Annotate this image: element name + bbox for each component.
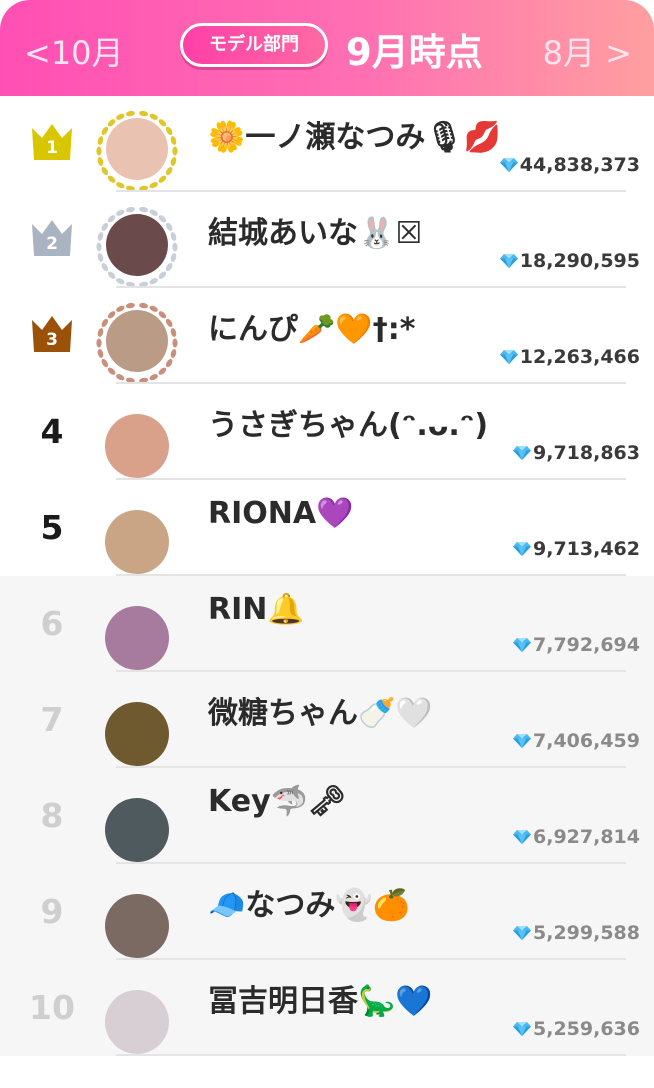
avatar[interactable]	[105, 894, 169, 958]
score-number: 9,713,462	[533, 538, 640, 560]
ranking-row[interactable]: 8 Key🦈🗝 6,927,814	[0, 768, 654, 864]
ranking-row[interactable]: 4 うさぎちゃん(ᵔ.ᴗ.ᵔ) 9,718,863	[0, 384, 654, 480]
score-number: 7,792,694	[533, 634, 640, 656]
ranking-list: 1 🌼一ノ瀬なつみ🎙💋 44,838,373 2 結城あいな🐰☒ 18,290,595 3 に…	[0, 96, 654, 1056]
score-number: 12,263,466	[519, 346, 640, 368]
rank-number: 4	[40, 412, 64, 451]
avatar[interactable]	[106, 118, 168, 180]
user-name[interactable]: RIN🔔	[208, 592, 305, 627]
score-value: 18,290,595	[499, 250, 640, 272]
diamond-icon	[513, 826, 533, 848]
user-name[interactable]: 結城あいな🐰☒	[208, 208, 422, 252]
score-number: 9,718,863	[533, 442, 640, 464]
diamond-icon	[513, 634, 533, 656]
avatar-frame	[96, 110, 178, 192]
rank-number: 3	[46, 330, 58, 350]
section-tab-model[interactable]: モデル部門	[180, 23, 328, 67]
rank-number: 7	[40, 700, 64, 739]
avatar[interactable]	[105, 606, 169, 670]
score-number: 5,259,636	[533, 1018, 640, 1040]
score-value: 6,927,814	[513, 826, 640, 848]
avatar-frame	[96, 494, 178, 576]
gold-crown-icon: 1	[30, 122, 74, 162]
avatar[interactable]	[105, 510, 169, 574]
ranking-row[interactable]: 2 結城あいな🐰☒ 18,290,595	[0, 192, 654, 288]
rank-number: 2	[46, 234, 58, 254]
score-number: 6,927,814	[533, 826, 640, 848]
ranking-header: <10月 モデル部門 9月時点 8月 >	[0, 0, 654, 96]
avatar-frame	[96, 686, 178, 768]
score-value: 7,792,694	[513, 634, 640, 656]
score-value: 44,838,373	[499, 154, 640, 176]
ranking-row[interactable]: 1 🌼一ノ瀬なつみ🎙💋 44,838,373	[0, 96, 654, 192]
avatar-frame	[96, 398, 178, 480]
avatar[interactable]	[105, 990, 169, 1054]
avatar-frame	[96, 206, 178, 288]
score-number: 7,406,459	[533, 730, 640, 752]
diamond-icon	[513, 1018, 533, 1040]
avatar-frame	[96, 974, 178, 1056]
user-name[interactable]: うさぎちゃん(ᵔ.ᴗ.ᵔ)	[208, 400, 488, 444]
ranking-row[interactable]: 7 微糖ちゃん🍼🤍 7,406,459	[0, 672, 654, 768]
diamond-icon	[499, 250, 520, 272]
user-name[interactable]: 冨吉明日香🦕💙	[208, 976, 433, 1020]
ranking-row[interactable]: 5 RIONA💜 9,713,462	[0, 480, 654, 576]
rank-number: 6	[40, 604, 64, 643]
score-value: 12,263,466	[499, 346, 640, 368]
row-divider	[116, 1054, 626, 1056]
ranking-row[interactable]: 10 冨吉明日香🦕💙 5,259,636	[0, 960, 654, 1056]
ranking-row[interactable]: 3 にんぴ🥕🧡†:* 12,263,466	[0, 288, 654, 384]
period-title: 9月時点	[346, 31, 483, 74]
avatar[interactable]	[105, 414, 169, 478]
diamond-icon	[513, 922, 533, 944]
score-number: 44,838,373	[519, 154, 640, 176]
avatar-frame	[96, 590, 178, 672]
score-value: 9,718,863	[513, 442, 640, 464]
diamond-icon	[499, 346, 520, 368]
avatar-frame	[96, 878, 178, 960]
score-number: 5,299,588	[533, 922, 640, 944]
user-name[interactable]: 微糖ちゃん🍼🤍	[208, 688, 433, 732]
score-number: 18,290,595	[519, 250, 640, 272]
user-name[interactable]: RIONA💜	[208, 496, 353, 531]
score-value: 7,406,459	[513, 730, 640, 752]
user-name[interactable]: にんぴ🥕🧡†:*	[208, 304, 415, 348]
diamond-icon	[499, 154, 520, 176]
rank-number: 9	[40, 892, 64, 931]
user-name[interactable]: 🧢なつみ👻🍊	[208, 880, 410, 924]
user-name[interactable]: Key🦈🗝	[208, 784, 346, 819]
silver-crown-icon: 2	[30, 218, 74, 258]
score-value: 9,713,462	[513, 538, 640, 560]
rank-number: 8	[40, 796, 64, 835]
avatar[interactable]	[106, 310, 168, 372]
ranking-card: <10月 モデル部門 9月時点 8月 > 1 🌼一ノ瀬なつみ🎙💋 44,838,37…	[0, 0, 654, 1088]
score-value: 5,259,636	[513, 1018, 640, 1040]
rank-number: 10	[29, 988, 75, 1027]
rank-number: 1	[46, 138, 58, 158]
diamond-icon	[513, 442, 533, 464]
bronze-crown-icon: 3	[30, 314, 74, 354]
next-month-button[interactable]: 8月 >	[543, 28, 632, 74]
rank-number: 5	[40, 508, 64, 547]
diamond-icon	[513, 538, 533, 560]
avatar-frame	[96, 782, 178, 864]
prev-month-button[interactable]: <10月	[24, 28, 124, 74]
score-value: 5,299,588	[513, 922, 640, 944]
ranking-row[interactable]: 9 🧢なつみ👻🍊 5,299,588	[0, 864, 654, 960]
avatar[interactable]	[106, 214, 168, 276]
diamond-icon	[513, 730, 533, 752]
ranking-row[interactable]: 6 RIN🔔 7,792,694	[0, 576, 654, 672]
user-name[interactable]: 🌼一ノ瀬なつみ🎙💋	[208, 112, 501, 156]
avatar[interactable]	[105, 702, 169, 766]
avatar-frame	[96, 302, 178, 384]
avatar[interactable]	[105, 798, 169, 862]
